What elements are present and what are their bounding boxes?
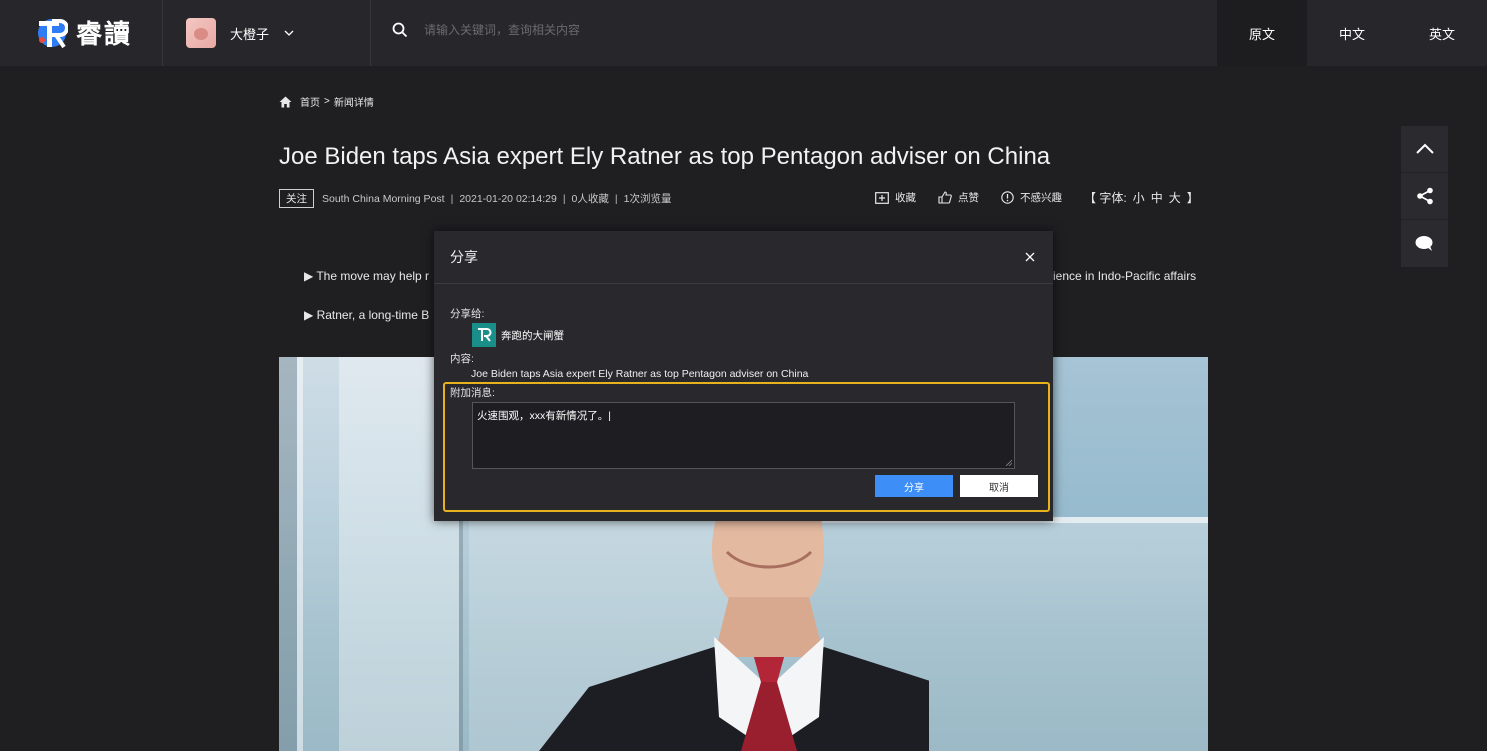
not-interested-label: 不感兴趣 bbox=[1020, 192, 1062, 204]
user-menu[interactable]: 大橙子 bbox=[186, 18, 295, 48]
dialog-title: 分享 bbox=[450, 249, 478, 265]
chevron-up-icon bbox=[1415, 143, 1434, 154]
tab-english[interactable]: 英文 bbox=[1397, 0, 1487, 66]
meta-separator: | bbox=[450, 192, 454, 205]
font-medium-option[interactable]: 中 bbox=[1151, 189, 1163, 206]
recipient-name: 奔跑的大闸蟹 bbox=[501, 329, 564, 342]
article-source[interactable]: South China Morning Post bbox=[322, 193, 445, 205]
language-tabs: 原文 中文 英文 bbox=[1217, 0, 1487, 66]
search-input[interactable] bbox=[424, 23, 824, 37]
logo-icon bbox=[38, 18, 68, 48]
article-actions: 收藏 点赞 不感兴趣 【 字体: 小 中 大 】 bbox=[875, 189, 1199, 206]
close-icon[interactable] bbox=[1023, 250, 1037, 264]
floating-toolbar bbox=[1401, 126, 1448, 267]
article-date: 2021-01-20 02:14:29 bbox=[459, 192, 557, 205]
summary-bullet: ▶ Ratner, a long-time B bbox=[304, 308, 430, 322]
tab-chinese[interactable]: 中文 bbox=[1307, 0, 1397, 66]
content-label: 内容: bbox=[450, 353, 474, 365]
share-recipient[interactable]: 奔跑的大闸蟹 bbox=[472, 323, 564, 347]
collect-button[interactable]: 收藏 bbox=[875, 190, 916, 205]
recipient-logo-icon bbox=[478, 328, 492, 342]
extra-message-text: 火速围观，xxx有新情况了。| bbox=[477, 410, 611, 422]
dialog-header: 分享 bbox=[434, 231, 1053, 284]
share-dialog: 分享 分享给: 奔跑的大闸蟹 内容: Joe Biden taps Asia e… bbox=[434, 231, 1053, 521]
font-label-open: 【 字体: bbox=[1084, 191, 1127, 205]
like-button[interactable]: 点赞 bbox=[938, 190, 979, 205]
user-avatar bbox=[186, 18, 216, 48]
favorite-count: 0人收藏 bbox=[571, 193, 609, 205]
user-name: 大橙子 bbox=[230, 26, 270, 42]
summary-bullet: ▶ The move may help r bbox=[304, 269, 430, 283]
breadcrumb: 首页 > 新闻详情 bbox=[279, 94, 374, 109]
app-logo[interactable]: 睿讀 bbox=[36, 14, 132, 51]
comment-icon bbox=[1415, 235, 1432, 251]
font-size-selector: 【 字体: 小 中 大 】 bbox=[1084, 189, 1199, 206]
back-to-top-button[interactable] bbox=[1401, 126, 1448, 173]
share-button[interactable] bbox=[1401, 173, 1448, 220]
meta-separator: | bbox=[562, 192, 566, 205]
like-label: 点赞 bbox=[958, 192, 979, 204]
share-submit-button[interactable]: 分享 bbox=[875, 475, 953, 497]
nav-divider bbox=[162, 0, 163, 66]
breadcrumb-separator: > bbox=[324, 96, 330, 107]
article-title: Joe Biden taps Asia expert Ely Ratner as… bbox=[279, 143, 1051, 170]
summary-bullet-tail: ience in Indo-Pacific affairs bbox=[1053, 269, 1197, 283]
resize-handle-icon[interactable] bbox=[1006, 460, 1012, 466]
chevron-down-icon bbox=[284, 30, 294, 36]
search-icon[interactable] bbox=[392, 22, 408, 38]
extra-message-label: 附加消息: bbox=[450, 387, 495, 399]
follow-button[interactable]: 关注 bbox=[279, 189, 314, 208]
search-bar bbox=[392, 22, 824, 38]
article-meta: 关注 South China Morning Post | 2021-01-20… bbox=[279, 189, 671, 208]
breadcrumb-home[interactable]: 首页 bbox=[300, 94, 320, 109]
recipient-avatar bbox=[472, 323, 496, 347]
share-content-text: Joe Biden taps Asia expert Ely Ratner as… bbox=[471, 368, 809, 380]
cancel-button[interactable]: 取消 bbox=[960, 475, 1038, 497]
logo-text: 睿讀 bbox=[76, 20, 133, 50]
not-interested-button[interactable]: 不感兴趣 bbox=[1001, 190, 1062, 205]
collect-icon bbox=[875, 192, 889, 204]
breadcrumb-current: 新闻详情 bbox=[333, 98, 374, 109]
font-label-close: 】 bbox=[1186, 191, 1199, 205]
meta-separator: | bbox=[614, 192, 618, 205]
not-interested-icon bbox=[1001, 191, 1014, 204]
collect-label: 收藏 bbox=[895, 192, 916, 204]
font-large-option[interactable]: 大 bbox=[1169, 189, 1181, 206]
thumbs-up-icon bbox=[938, 191, 952, 204]
view-count: 1次浏览量 bbox=[623, 193, 672, 205]
comment-button[interactable] bbox=[1401, 220, 1448, 267]
nav-divider bbox=[370, 0, 371, 66]
share-to-label: 分享给: bbox=[450, 308, 485, 320]
tab-original[interactable]: 原文 bbox=[1217, 0, 1307, 66]
extra-message-input[interactable]: 火速围观，xxx有新情况了。| bbox=[472, 402, 1015, 469]
home-icon[interactable] bbox=[279, 96, 292, 108]
share-icon bbox=[1416, 187, 1433, 205]
top-nav-bar: 睿讀 大橙子 原文 中文 英文 bbox=[0, 0, 1487, 66]
font-small-option[interactable]: 小 bbox=[1133, 189, 1145, 206]
